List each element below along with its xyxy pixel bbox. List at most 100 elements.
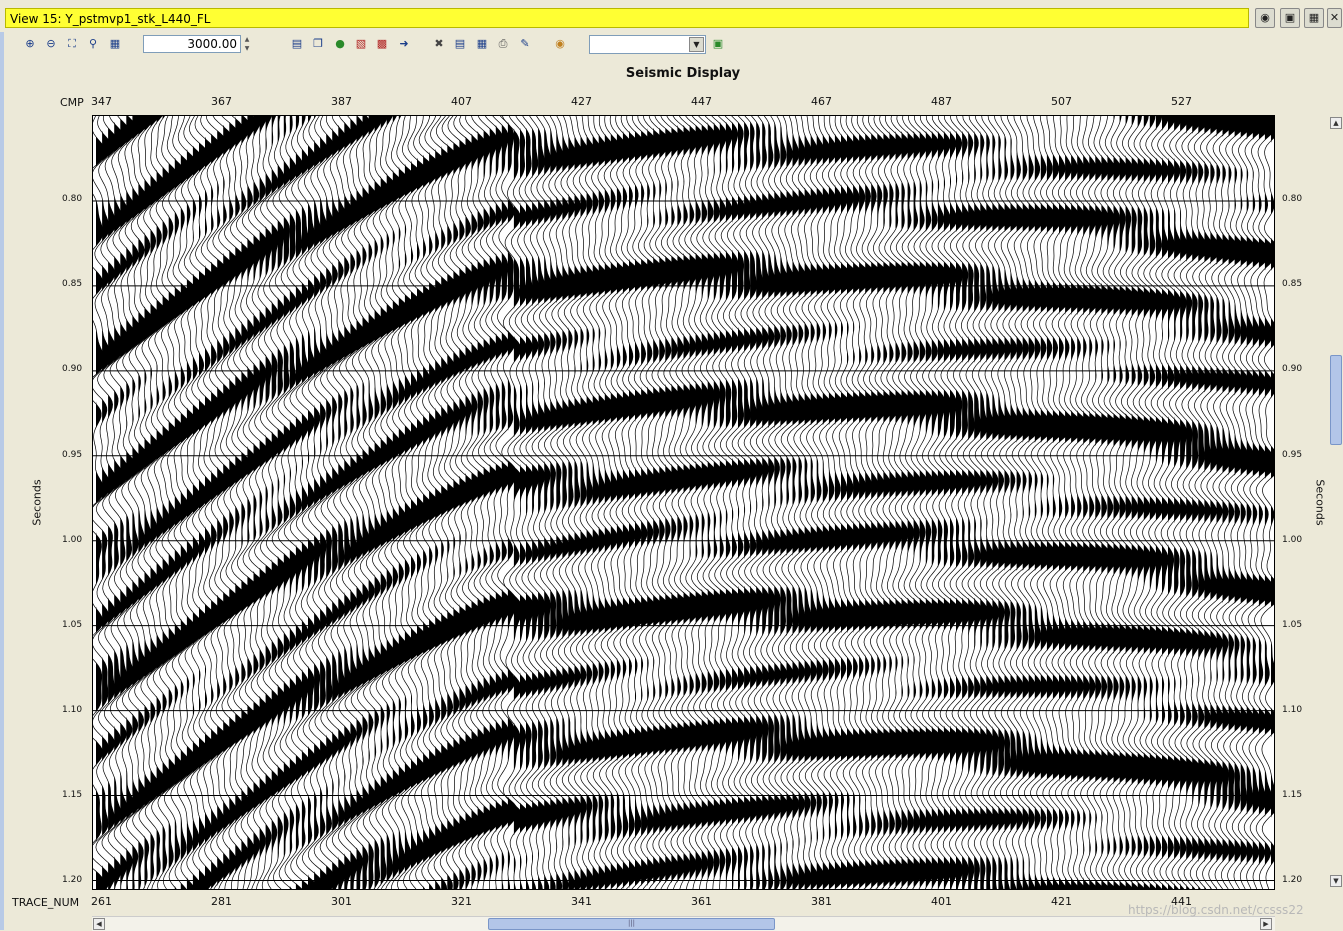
right-seconds-tick-label: 0.95 xyxy=(1282,449,1303,460)
trace-wiggle xyxy=(696,116,720,889)
view-select[interactable]: ▼ xyxy=(589,35,706,54)
trace-num-tick-label: 281 xyxy=(211,895,232,908)
vertical-scroll-thumb[interactable] xyxy=(1330,355,1342,445)
trace-wiggle xyxy=(344,116,368,889)
trace-wiggle xyxy=(861,116,884,889)
photo-icon[interactable]: ▣ xyxy=(1280,8,1300,28)
spin-down-icon[interactable]: ▼ xyxy=(242,44,252,53)
trace-wiggle xyxy=(648,116,672,889)
trace-fill xyxy=(144,116,157,889)
trace-wiggle xyxy=(126,116,151,889)
trace-fill xyxy=(513,116,524,889)
scroll-down-icon[interactable]: ▼ xyxy=(1330,875,1342,887)
trace-wiggle xyxy=(495,116,519,889)
trace-num-tick-label: 301 xyxy=(331,895,352,908)
copy-icon[interactable]: ❐ xyxy=(310,36,326,52)
trace-wiggle xyxy=(618,116,642,889)
zoom-input[interactable] xyxy=(143,35,241,53)
trace-fill xyxy=(223,116,236,889)
trace-num-tick-label: 261 xyxy=(91,895,112,908)
cmp-tick-label: 427 xyxy=(571,95,592,108)
left-seconds-tick-label: 0.95 xyxy=(62,449,83,460)
close-icon[interactable]: ✕ xyxy=(1327,8,1342,28)
scroll-left-icon[interactable]: ◀ xyxy=(93,918,105,930)
left-seconds-tick-label: 0.85 xyxy=(62,279,83,290)
traces-icon[interactable]: ▧ xyxy=(353,36,369,52)
trace-wiggle xyxy=(212,116,236,889)
scroll-up-icon[interactable]: ▲ xyxy=(1330,117,1342,129)
refresh-icon[interactable]: ▣ xyxy=(710,36,726,52)
cmp-tick-label: 527 xyxy=(1171,95,1192,108)
trace-wiggle xyxy=(943,116,966,889)
left-seconds-tick-label: 1.05 xyxy=(62,619,83,630)
left-seconds-tick-label: 1.20 xyxy=(62,875,83,886)
bottom-axis-name: TRACE_NUM xyxy=(12,896,80,909)
print-icon[interactable]: ⎙ xyxy=(495,36,511,52)
trace-wiggle xyxy=(350,116,375,889)
trace-wiggle xyxy=(731,116,754,889)
trace-wiggle xyxy=(356,116,381,889)
trace-wiggle xyxy=(654,116,678,889)
cmp-tick-label: 447 xyxy=(691,95,712,108)
edit-icon[interactable]: ✎ xyxy=(517,36,533,52)
tools-icon[interactable]: ✖ xyxy=(431,36,447,52)
zoom-in-icon[interactable]: ⊕ xyxy=(22,36,38,52)
clipboard-icon[interactable]: ▤ xyxy=(289,36,305,52)
seismic-plot[interactable] xyxy=(92,115,1275,890)
chevron-down-icon[interactable]: ▼ xyxy=(689,37,704,52)
trace-wiggle xyxy=(580,116,605,889)
right-axis-name: Seconds xyxy=(1313,479,1327,526)
trace-wiggle xyxy=(684,116,708,889)
trace-fill xyxy=(798,116,810,889)
trace-fill xyxy=(477,116,489,889)
spin-up-icon[interactable]: ▲ xyxy=(242,35,252,44)
trace-num-tick-label: 381 xyxy=(811,895,832,908)
trace-wiggle xyxy=(867,116,890,889)
right-seconds-tick-label: 0.80 xyxy=(1282,194,1303,205)
right-seconds-tick-label: 1.20 xyxy=(1282,875,1303,886)
color-bar-icon[interactable]: ▩ xyxy=(374,36,390,52)
grid-view-icon[interactable]: ▦ xyxy=(107,36,123,52)
cmp-tick-label: 487 xyxy=(931,95,952,108)
right-seconds-tick-label: 1.00 xyxy=(1282,534,1303,545)
zoom-icon[interactable]: ⚲ xyxy=(85,36,101,52)
zoom-fit-icon[interactable]: ⛶ xyxy=(64,36,80,52)
trace-wiggle xyxy=(925,116,949,889)
cylinder-icon[interactable]: ● xyxy=(332,36,348,52)
trace-wiggle xyxy=(702,116,725,889)
trace-fill xyxy=(120,116,131,889)
list-icon[interactable]: ▤ xyxy=(452,36,468,52)
left-seconds-tick-label: 0.90 xyxy=(62,364,83,375)
right-seconds-tick-label: 1.10 xyxy=(1282,705,1303,716)
horizontal-scroll-thumb[interactable]: ||| xyxy=(488,918,775,930)
table-icon[interactable]: ▦ xyxy=(474,36,490,52)
trace-fill xyxy=(816,116,828,889)
trace-fill xyxy=(386,116,399,889)
scroll-right-icon[interactable]: ▶ xyxy=(1260,918,1272,930)
trace-wiggle xyxy=(690,116,714,889)
lock-icon[interactable]: ◉ xyxy=(1255,8,1275,28)
trace-fill xyxy=(810,116,822,889)
trace-fill xyxy=(217,116,230,889)
horizontal-scrollbar[interactable]: ◀ ||| ▶ xyxy=(92,916,1275,931)
vertical-scrollbar[interactable]: ▲ ▼ xyxy=(1329,115,1343,890)
watermark: https://blog.csdn.net/ccsss22 xyxy=(1128,903,1304,917)
trace-wiggle xyxy=(489,116,513,889)
trace-wiggle xyxy=(643,116,666,889)
palette-icon[interactable]: ◉ xyxy=(552,36,568,52)
seismic-wiggle-svg xyxy=(93,116,1274,889)
trace-fill xyxy=(1240,116,1253,889)
export-icon[interactable]: ➜ xyxy=(396,36,412,52)
trace-wiggle xyxy=(755,116,778,889)
trace-wiggle xyxy=(708,116,731,889)
left-seconds-tick-label: 0.80 xyxy=(62,194,83,205)
trace-wiggle xyxy=(719,116,742,889)
right-seconds-tick-label: 1.15 xyxy=(1282,790,1303,801)
grid-icon[interactable]: ▦ xyxy=(1304,8,1324,28)
zoom-out-icon[interactable]: ⊖ xyxy=(43,36,59,52)
trace-wiggle xyxy=(599,116,624,889)
trace-wiggle xyxy=(672,116,696,889)
cmp-tick-label: 367 xyxy=(211,95,232,108)
right-seconds-tick-label: 0.85 xyxy=(1282,279,1303,290)
trace-wiggle xyxy=(955,116,978,889)
